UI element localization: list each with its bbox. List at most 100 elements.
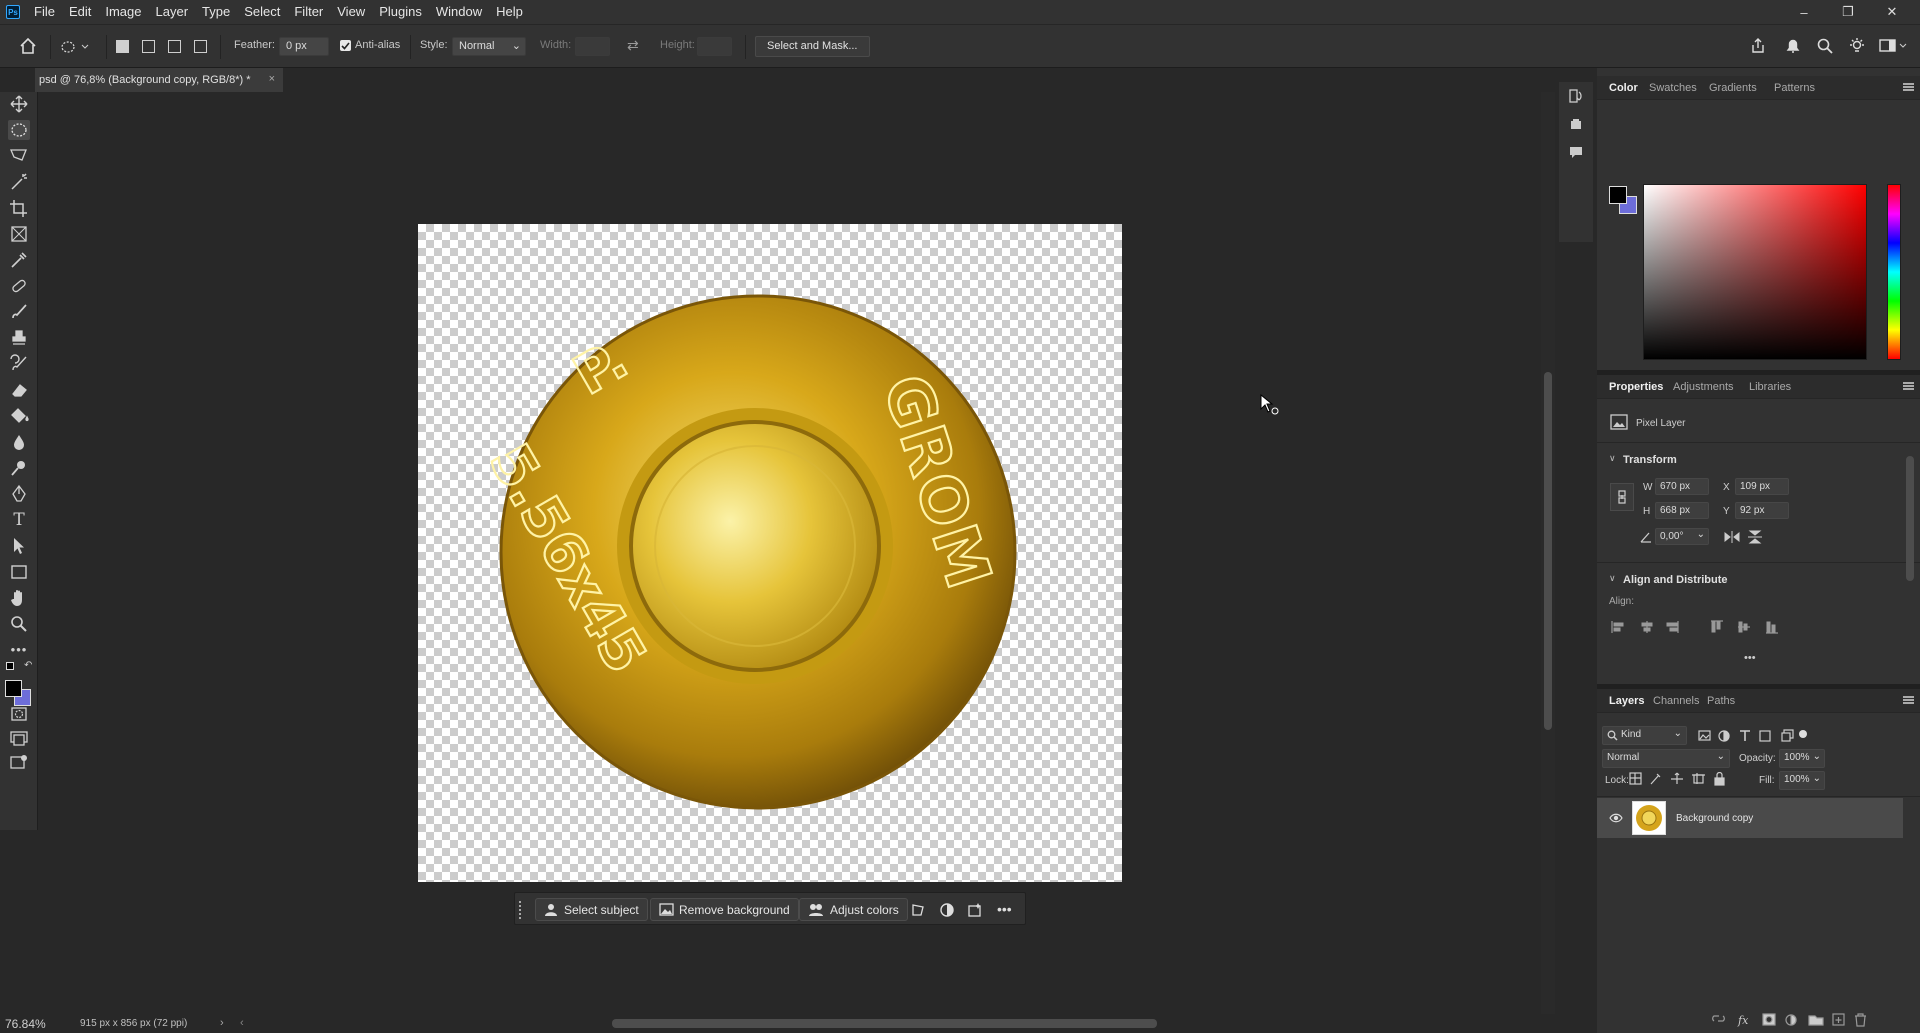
hue-slider[interactable] bbox=[1887, 184, 1901, 360]
tab-color[interactable]: Color bbox=[1609, 82, 1638, 94]
tab-libraries[interactable]: Libraries bbox=[1749, 381, 1791, 393]
healing-brush-tool-icon[interactable] bbox=[8, 276, 30, 296]
menu-view[interactable]: View bbox=[330, 0, 372, 24]
chevron-left-icon[interactable]: ‹ bbox=[240, 1017, 244, 1029]
layer-name[interactable]: Background copy bbox=[1676, 813, 1753, 824]
tab-layers[interactable]: Layers bbox=[1609, 695, 1644, 707]
eyedropper-tool-icon[interactable] bbox=[8, 250, 30, 270]
flip-horizontal-icon[interactable] bbox=[1724, 531, 1740, 543]
crop-tool-icon[interactable] bbox=[8, 198, 30, 218]
new-selection-icon[interactable] bbox=[116, 40, 129, 53]
notifications-icon[interactable] bbox=[1784, 37, 1802, 55]
minimize-button[interactable]: – bbox=[1785, 0, 1823, 24]
style-select[interactable]: Normal ⌄ bbox=[452, 37, 526, 56]
close-tab-icon[interactable]: × bbox=[269, 73, 275, 85]
height-input[interactable] bbox=[697, 37, 732, 56]
foreground-color-swatch[interactable] bbox=[5, 680, 22, 697]
color-panel-menu-icon[interactable] bbox=[1903, 83, 1914, 91]
document-canvas[interactable]: P. GROM 5.56x45 bbox=[418, 224, 1122, 882]
color-panel-foreground-swatch[interactable] bbox=[1609, 186, 1627, 204]
tab-paths[interactable]: Paths bbox=[1707, 695, 1735, 707]
drag-handle-icon[interactable] bbox=[519, 901, 523, 919]
home-icon[interactable] bbox=[19, 37, 37, 55]
chevron-down-icon[interactable]: ∨ bbox=[1609, 453, 1616, 464]
chevron-right-icon[interactable]: › bbox=[220, 1017, 224, 1029]
restore-button[interactable]: ❐ bbox=[1829, 0, 1867, 24]
layer-filter-select[interactable]: Kind ⌄ bbox=[1602, 726, 1687, 745]
color-field[interactable] bbox=[1643, 184, 1867, 360]
transform-icon[interactable] bbox=[910, 902, 926, 918]
type-tool-icon[interactable]: T bbox=[8, 510, 30, 530]
generate-icon[interactable] bbox=[967, 902, 983, 918]
tab-adjustments[interactable]: Adjustments bbox=[1673, 381, 1734, 393]
tab-gradients[interactable]: Gradients bbox=[1709, 82, 1757, 94]
tab-swatches[interactable]: Swatches bbox=[1649, 82, 1697, 94]
feather-input[interactable]: 0 px bbox=[279, 37, 329, 56]
add-selection-icon[interactable] bbox=[142, 40, 155, 53]
menu-select[interactable]: Select bbox=[237, 0, 287, 24]
menu-type[interactable]: Type bbox=[195, 0, 237, 24]
y-value-field[interactable]: 92 px bbox=[1735, 502, 1789, 519]
history-brush-tool-icon[interactable] bbox=[8, 354, 30, 374]
more-align-options-icon[interactable]: ••• bbox=[1744, 652, 1756, 664]
eraser-tool-icon[interactable] bbox=[8, 380, 30, 400]
fill-field[interactable]: 100% ⌄ bbox=[1779, 771, 1825, 790]
menu-window[interactable]: Window bbox=[429, 0, 489, 24]
swap-icon[interactable]: ⇄ bbox=[627, 37, 639, 54]
adjust-colors-button[interactable]: Adjust colors bbox=[799, 898, 908, 921]
move-tool-icon[interactable] bbox=[8, 94, 30, 114]
menu-filter[interactable]: Filter bbox=[287, 0, 330, 24]
workspace-icon[interactable] bbox=[1879, 37, 1909, 55]
layers-footer-icons[interactable]: fx bbox=[1711, 1012, 1911, 1028]
height-value-field[interactable]: 668 px bbox=[1655, 502, 1709, 519]
menu-edit[interactable]: Edit bbox=[62, 0, 98, 24]
remove-background-button[interactable]: Remove background bbox=[650, 898, 799, 921]
paint-bucket-tool-icon[interactable] bbox=[8, 406, 30, 426]
hand-tool-icon[interactable] bbox=[8, 588, 30, 608]
discover-icon[interactable] bbox=[1848, 37, 1866, 55]
properties-scroll-thumb[interactable] bbox=[1906, 456, 1914, 581]
select-subject-button[interactable]: Select subject bbox=[535, 898, 648, 921]
subtract-selection-icon[interactable] bbox=[168, 40, 181, 53]
properties-panel-menu-icon[interactable] bbox=[1903, 382, 1914, 390]
document-tab[interactable]: psd @ 76,8% (Background copy, RGB/8*) * … bbox=[35, 68, 283, 92]
width-value-field[interactable]: 670 px bbox=[1655, 478, 1709, 495]
flip-vertical-icon[interactable] bbox=[1748, 530, 1762, 544]
path-selection-tool-icon[interactable] bbox=[8, 536, 30, 556]
vertical-scrollbar[interactable] bbox=[1541, 92, 1555, 1014]
comments-icon[interactable] bbox=[1568, 144, 1584, 160]
menu-file[interactable]: File bbox=[27, 0, 62, 24]
intersect-selection-icon[interactable] bbox=[194, 40, 207, 53]
tab-patterns[interactable]: Patterns bbox=[1774, 82, 1815, 94]
brush-tool-icon[interactable] bbox=[8, 302, 30, 322]
antialias-checkbox[interactable] bbox=[340, 40, 351, 51]
search-icon[interactable] bbox=[1816, 37, 1834, 55]
link-dimensions-icon[interactable] bbox=[1610, 483, 1634, 511]
horizontal-scrollbar[interactable] bbox=[245, 1014, 1541, 1033]
blend-mode-select[interactable]: Normal ⌄ bbox=[1602, 749, 1730, 768]
pen-tool-icon[interactable] bbox=[8, 484, 30, 504]
lock-icons[interactable] bbox=[1629, 772, 1729, 786]
history-icon[interactable] bbox=[1568, 88, 1584, 104]
default-colors-icon[interactable] bbox=[6, 662, 14, 670]
dodge-tool-icon[interactable] bbox=[8, 458, 30, 478]
more-tools-icon[interactable]: ••• bbox=[8, 640, 30, 660]
menu-help[interactable]: Help bbox=[489, 0, 530, 24]
vertical-scroll-thumb[interactable] bbox=[1544, 372, 1552, 730]
elliptical-marquee-preset-icon[interactable] bbox=[60, 39, 90, 55]
visibility-eye-icon[interactable] bbox=[1609, 812, 1623, 824]
elliptical-marquee-tool-icon[interactable] bbox=[8, 120, 30, 140]
rectangle-tool-icon[interactable] bbox=[8, 562, 30, 582]
menu-image[interactable]: Image bbox=[98, 0, 148, 24]
layer-filter-icons[interactable] bbox=[1698, 729, 1808, 743]
zoom-level[interactable]: 76.84% bbox=[5, 1017, 46, 1031]
quick-mask-icon[interactable] bbox=[8, 704, 30, 724]
more-options-icon[interactable]: ••• bbox=[997, 901, 1012, 917]
close-window-button[interactable]: ✕ bbox=[1873, 0, 1911, 24]
tab-channels[interactable]: Channels bbox=[1653, 695, 1699, 707]
magic-wand-tool-icon[interactable] bbox=[8, 172, 30, 192]
frame-tool-icon[interactable] bbox=[8, 224, 30, 244]
swap-colors-icon[interactable]: ↶ bbox=[24, 660, 32, 671]
adjustment-layer-icon[interactable] bbox=[939, 902, 955, 918]
horizontal-scroll-thumb[interactable] bbox=[612, 1019, 1157, 1028]
